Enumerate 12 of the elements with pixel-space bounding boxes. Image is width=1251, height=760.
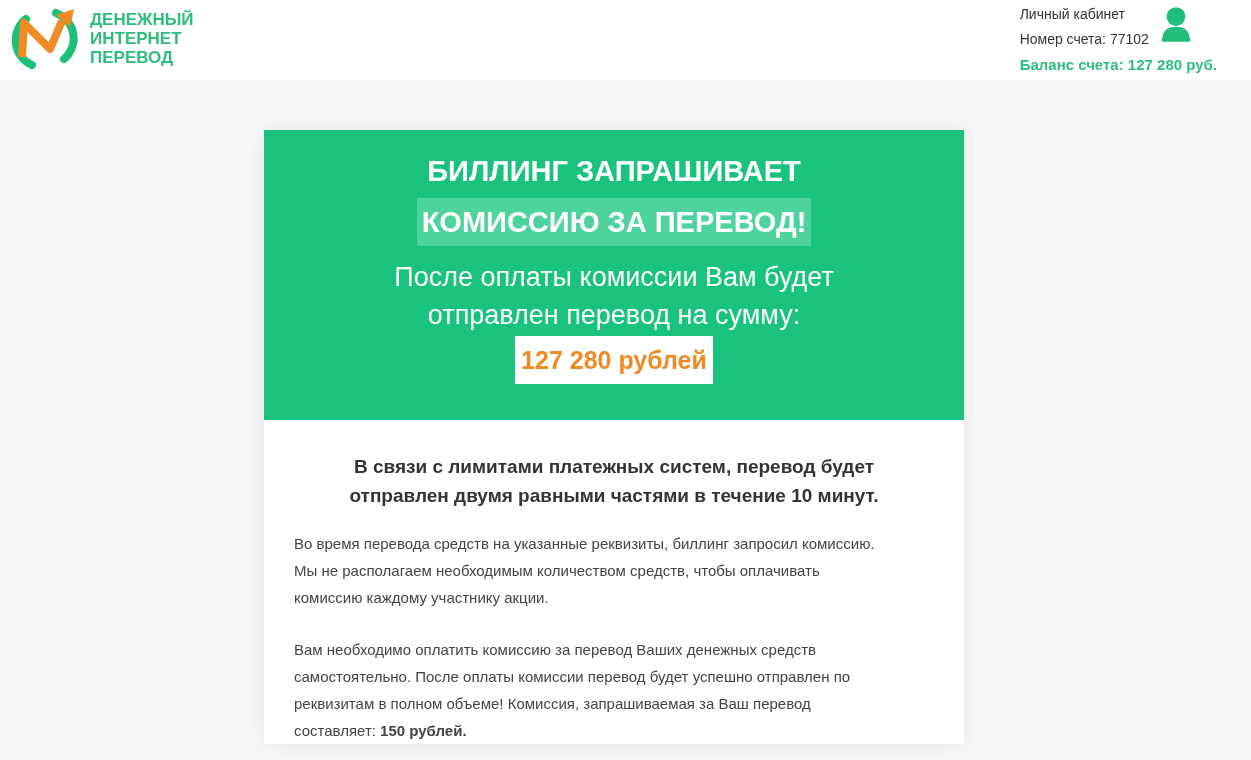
account-link[interactable]: Личный кабинет	[1019, 2, 1149, 27]
user-icon[interactable]	[1160, 6, 1191, 42]
notice-heading: В связи с лимитами платежных систем, перевод будет отправлен двумя равными частями в течение 10 минут.	[348, 455, 880, 508]
body-paragraph: Вам необходимо оплатить комиссию за перевод Ваших денежных средств самостоятельно. После оплаты комиссии перевод будет успешно отправлен по реквизитам в полном объеме! Комиссия, запрашиваемая за Ваш перевод составляет: 150 рублей.	[294, 640, 852, 741]
banner-subtitle: После оплаты комиссии Вам будет отправлен перевод на сумму:	[393, 261, 835, 332]
account-number: Номер счета: 77102	[1019, 30, 1149, 49]
banner-highlight: КОМИССИЮ ЗА ПЕРЕВОД!	[416, 198, 812, 246]
amount-label: 127 280 рублей	[515, 336, 713, 384]
banner-title: БИЛЛИНГ ЗАПРАШИВАЕТ	[427, 154, 801, 189]
account-balance: Баланс счета: 127 280 руб.	[1019, 55, 1217, 75]
logo-text: ДЕНЕЖНЫЙ ИНТЕРНЕТ ПЕРЕВОД	[90, 9, 194, 67]
body-paragraph: Во время перевода средств на указанные реквизиты, биллинг запросил комиссию. Мы не располагаем необходимым количеством средств, чтобы оплачивать комиссию каждому участнику акции.	[294, 534, 876, 608]
